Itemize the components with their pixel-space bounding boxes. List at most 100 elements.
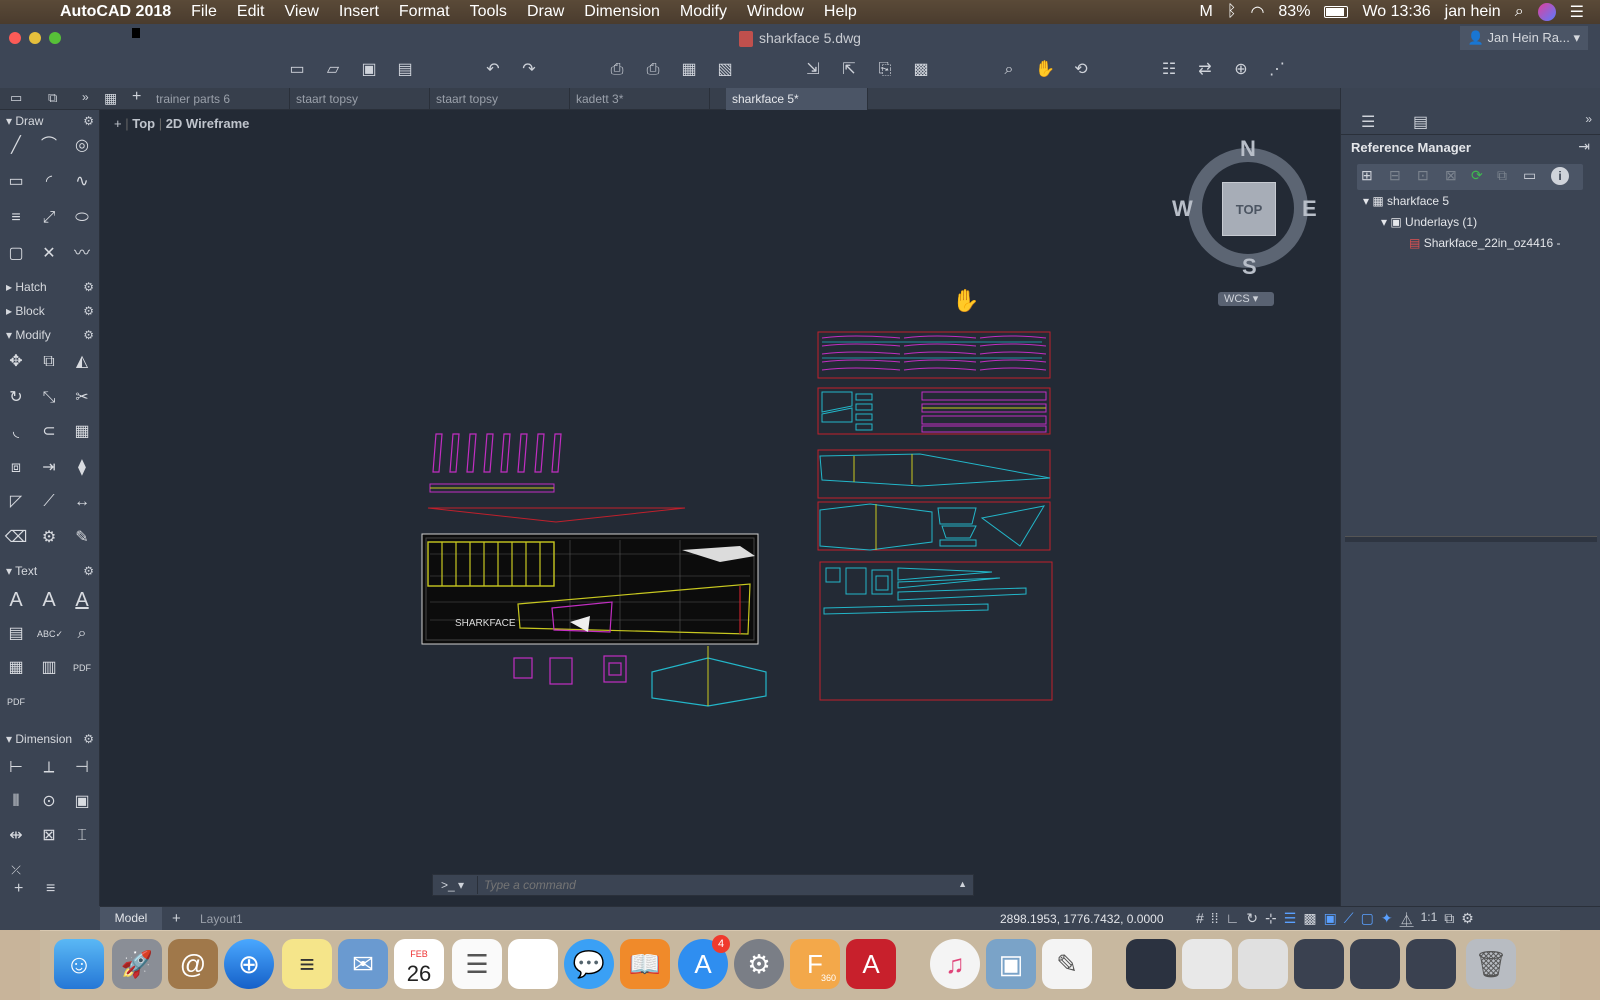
text-style-icon[interactable]: A [37,588,61,612]
dim-style-icon[interactable]: ▣ [70,790,94,814]
notes-icon[interactable]: ≡ [282,939,332,989]
panel-splitter[interactable] [1345,536,1597,542]
trim-icon[interactable]: ✂ [70,386,94,410]
layout-space-icon[interactable]: ⧉ [48,90,64,106]
layout-icon[interactable]: ▩ [910,59,932,81]
app-menu[interactable]: AutoCAD 2018 [60,3,171,21]
bluetooth-icon[interactable]: ᛒ [1227,3,1237,21]
orbit-icon[interactable]: ⟲ [1070,59,1092,81]
user-name[interactable]: jan hein [1445,3,1501,21]
spotlight-search-icon[interactable]: ⌕ [1515,3,1524,21]
menu-insert[interactable]: Insert [339,3,379,21]
fusion-360-icon[interactable]: F 360 [790,939,840,989]
recent-window-5[interactable] [1350,939,1400,989]
scale-icon[interactable]: ⤡ [37,386,61,410]
single-line-text-icon[interactable]: A [70,588,94,612]
expand-icon[interactable]: » [82,90,89,104]
dynamic-ucs-icon[interactable]: ⟋ [1344,910,1354,930]
reminders-icon[interactable]: ☰ [452,939,502,989]
workspace-icon[interactable]: ⧉ [1444,910,1454,930]
gear-icon[interactable]: ⚙ [83,276,94,298]
collapse-panel-icon[interactable]: » [1585,112,1592,126]
new-file-icon[interactable]: ▭ [286,59,308,81]
annotation-visibility-icon[interactable]: ▢ [1361,910,1374,930]
textedit-icon[interactable]: ✎ [1042,939,1092,989]
array-icon[interactable]: ▦ [70,420,94,444]
save-icon[interactable]: ▣ [358,59,380,81]
open-reference-icon[interactable]: ⊟ [1389,167,1401,184]
network-icon[interactable]: ⋰ [1266,59,1288,81]
page-setup-icon[interactable]: ▦ [678,59,700,81]
batch-plot-icon[interactable]: ⎙ [642,59,664,81]
draw-section-header[interactable]: ▾ Draw ⚙ [0,110,100,132]
auto-scale-icon[interactable]: ✦ [1381,910,1393,930]
info-icon[interactable]: i [1551,167,1569,185]
recent-window-2[interactable] [1182,939,1232,989]
preview-icon[interactable]: ▣ [986,939,1036,989]
photos-icon[interactable]: ❀ [508,939,558,989]
trash-icon[interactable]: 🗑 [1466,939,1516,989]
break-icon[interactable]: ↔ [70,490,94,514]
pdf-text-icon[interactable]: PDF [70,656,94,680]
dim-break-icon[interactable]: ⊠ [37,824,61,848]
plot-icon[interactable]: ⎙ [606,59,628,81]
aligned-dim-icon[interactable]: ⟂ [37,756,61,780]
grid-view-icon[interactable]: ▦ [104,90,117,107]
settings-gear-icon[interactable]: ⚙ [1461,910,1474,930]
minimize-button[interactable] [29,32,41,44]
battery-icon[interactable] [1324,6,1349,18]
attach-reference-icon[interactable]: ⊞ [1361,167,1373,184]
caret-up-icon[interactable]: ▲ [958,879,967,889]
gear-icon[interactable]: ⚙ [83,728,94,750]
field-icon[interactable]: ▥ [37,656,61,680]
command-input[interactable] [477,876,957,894]
polyline-icon[interactable]: ⌒ [37,134,61,158]
selection-cycling-icon[interactable]: ▣ [1324,910,1337,930]
menu-help[interactable]: Help [824,3,857,21]
tab-kadett-3[interactable]: kadett 3* [570,88,710,110]
mirror-icon[interactable]: ◭ [70,350,94,374]
open-folder-icon[interactable]: ▱ [322,59,344,81]
radius-dim-icon[interactable]: ⊙ [37,790,61,814]
baseline-dim-icon[interactable]: ⊣ [70,756,94,780]
contacts-icon[interactable]: @ [168,939,218,989]
notification-center-icon[interactable]: ☰ [1570,2,1584,22]
extend-icon[interactable]: ⟋ [37,490,61,514]
offset-icon[interactable]: ⊂ [37,420,61,444]
text-section-header[interactable]: ▾ Text ⚙ [0,560,100,582]
dim-update-icon[interactable]: ⤫ [4,858,28,882]
wifi-icon[interactable]: ◠ [1250,2,1264,22]
xref-icon[interactable]: ⊕ [1230,59,1252,81]
safari-icon[interactable]: ⊕ [224,939,274,989]
palette-menu-icon[interactable]: ≡ [46,880,55,898]
tree-underlays[interactable]: ▾ ▣ Underlays (1) [1381,215,1477,229]
block-section-header[interactable]: ▸ Block ⚙ [0,300,100,322]
new-tab-button[interactable]: + [132,88,141,106]
bind-reference-icon[interactable]: ⧉ [1497,167,1507,184]
coordinates-readout[interactable]: 2898.1953, 1776.7432, 0.0000 [1000,912,1164,926]
tab-trainer-parts-6[interactable]: trainer parts 6 [150,88,290,110]
rotate-icon[interactable]: ↻ [4,386,28,410]
table-icon[interactable]: ▦ [4,656,28,680]
revcloud-icon[interactable]: 〰 [70,242,94,266]
copy-icon[interactable]: ⧉ [37,350,61,374]
model-space-icon[interactable]: ▭ [10,90,26,106]
gear-icon[interactable]: ⚙ [83,324,94,346]
search-icon[interactable]: ⌕ [70,622,94,646]
grid-icon[interactable]: # [1196,910,1204,930]
add-palette-button[interactable]: + [14,880,23,898]
arc-icon[interactable]: ◜ [37,170,61,194]
match-properties-icon[interactable]: ⇄ [1194,59,1216,81]
pan-icon[interactable]: ✋ [1034,59,1056,81]
system-preferences-icon[interactable]: ⚙ [734,939,784,989]
recent-window-1[interactable] [1126,939,1176,989]
undo-icon[interactable]: ↶ [482,59,504,81]
osnap-track-icon[interactable]: ⊹ [1265,910,1277,930]
menu-edit[interactable]: Edit [237,3,265,21]
apple-icon[interactable] [22,1,44,23]
siri-icon[interactable] [1537,3,1556,21]
explode-icon[interactable]: ⧈ [4,456,28,480]
snap-icon[interactable]: ⁞⁞ [1211,910,1219,930]
tolerance-icon[interactable]: ⌶ [70,824,94,848]
ortho-icon[interactable]: ∟ [1226,910,1240,930]
